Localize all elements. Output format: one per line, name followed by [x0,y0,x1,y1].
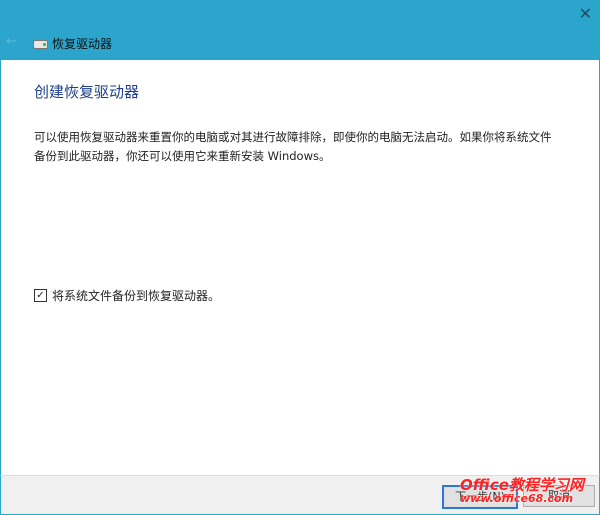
page-title: 创建恢复驱动器 [34,83,140,101]
checkmark-icon[interactable]: ✓ [34,289,47,302]
back-arrow-icon[interactable]: ← [6,34,17,49]
cancel-button[interactable]: 取消 [523,485,595,507]
checkbox-label: 将系统文件备份到恢复驱动器。 [52,289,221,303]
footer: 下一步(N) 取消 [0,475,600,515]
next-button[interactable]: 下一步(N) [442,485,518,509]
close-icon[interactable]: ✕ [579,4,592,23]
title-bar: ✕ ← 恢复驱动器 [0,0,600,60]
description: 可以使用恢复驱动器来重置你的电脑或对其进行故障排除，即使你的电脑无法启动。如果你… [34,130,552,163]
backup-system-files-checkbox[interactable]: ✓ 将系统文件备份到恢复驱动器。 [34,287,220,304]
content-area [0,60,600,475]
drive-icon [33,40,48,49]
window-title: 恢复驱动器 [52,37,113,51]
